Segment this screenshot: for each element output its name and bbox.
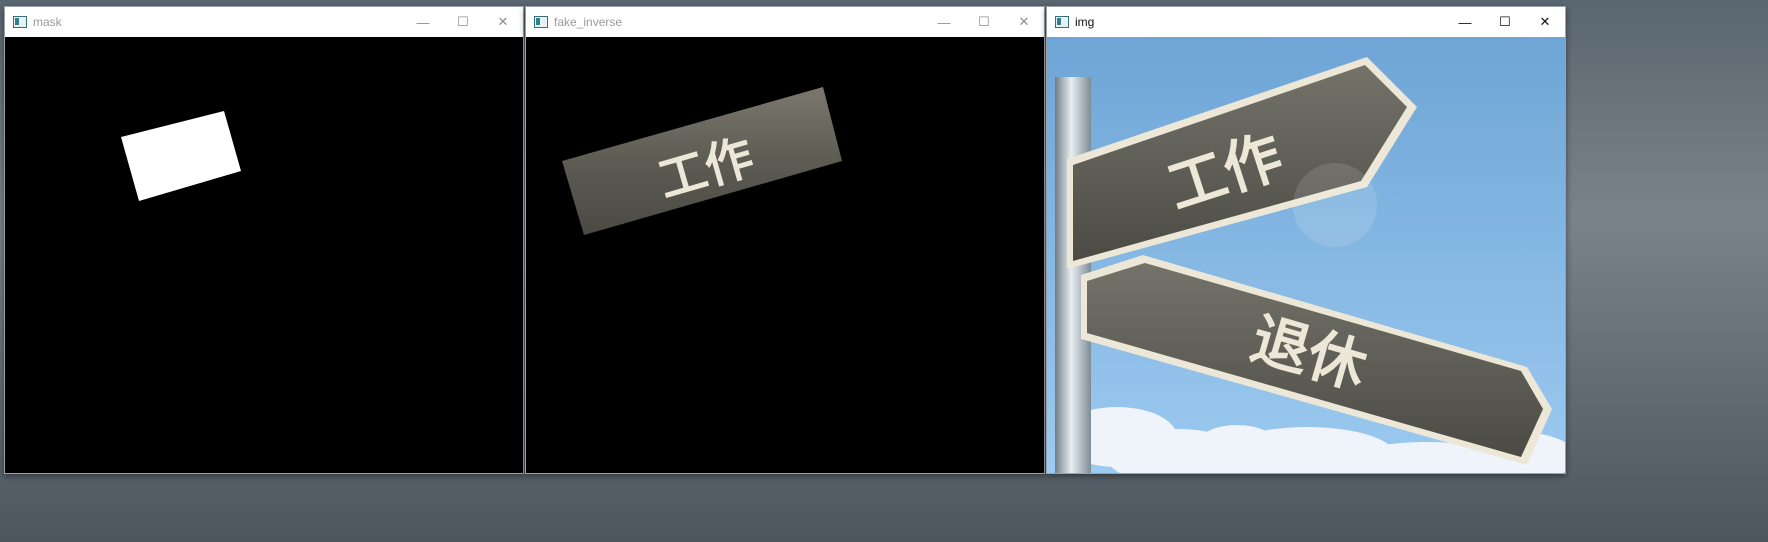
window-mask[interactable]: mask — ☐ ✕ xyxy=(4,6,524,474)
mask-image xyxy=(5,37,523,473)
minimize-button[interactable]: — xyxy=(403,7,443,37)
minimize-button[interactable]: — xyxy=(924,7,964,37)
app-window-icon xyxy=(534,16,548,28)
window-title: fake_inverse xyxy=(554,15,623,29)
app-window-icon xyxy=(13,16,27,28)
window-title: mask xyxy=(33,15,62,29)
lens-glare xyxy=(1293,163,1377,247)
close-button[interactable]: ✕ xyxy=(1004,7,1044,37)
maximize-button[interactable]: ☐ xyxy=(1485,7,1525,37)
image-canvas xyxy=(5,37,523,473)
minimize-button[interactable]: — xyxy=(1445,7,1485,37)
image-canvas: 工作 退休 xyxy=(1047,37,1565,473)
window-img[interactable]: img — ☐ ✕ 工作 退休 xyxy=(1046,6,1566,474)
close-button[interactable]: ✕ xyxy=(1525,7,1565,37)
window-title: img xyxy=(1075,15,1095,29)
titlebar[interactable]: fake_inverse — ☐ ✕ xyxy=(526,7,1044,37)
image-canvas: 工作 xyxy=(526,37,1044,473)
signpost-photo: 工作 退休 xyxy=(1047,37,1565,473)
titlebar[interactable]: mask — ☐ ✕ xyxy=(5,7,523,37)
app-window-icon xyxy=(1055,16,1069,28)
close-button[interactable]: ✕ xyxy=(483,7,523,37)
maximize-button[interactable]: ☐ xyxy=(964,7,1004,37)
titlebar[interactable]: img — ☐ ✕ xyxy=(1047,7,1565,37)
maximize-button[interactable]: ☐ xyxy=(443,7,483,37)
fake-inverse-image: 工作 xyxy=(526,37,1044,473)
window-fake-inverse[interactable]: fake_inverse — ☐ ✕ 工作 xyxy=(525,6,1045,474)
